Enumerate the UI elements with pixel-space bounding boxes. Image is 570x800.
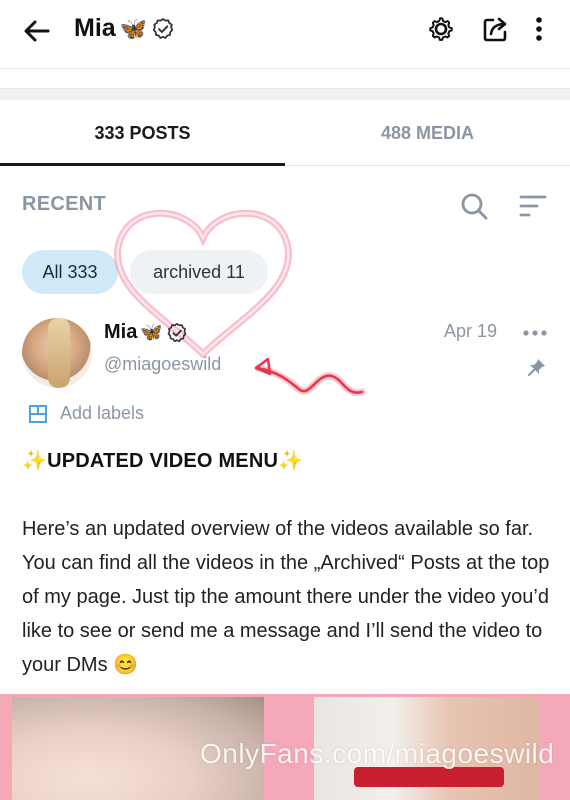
add-labels-text: Add labels [60, 403, 145, 423]
add-labels-button[interactable]: Add labels [28, 403, 144, 424]
butterfly-emoji: 🦋 [119, 15, 148, 41]
share-icon[interactable] [479, 12, 513, 46]
post-title-text: UPDATED VIDEO MENU [47, 450, 279, 472]
post-title: ✨UPDATED VIDEO MENU✨ [22, 448, 303, 473]
header-divider [0, 68, 570, 69]
section-title: RECENT [22, 193, 107, 215]
butterfly-emoji: 🦋 [140, 322, 163, 342]
sparkle-emoji: ✨ [22, 450, 48, 472]
more-horizontal-icon[interactable] [522, 323, 548, 343]
post-body: Here’s an updated overview of the videos… [22, 518, 550, 676]
tab-posts[interactable]: 333 POSTS [0, 100, 285, 166]
post-author-name: Mia [104, 321, 138, 343]
profile-title: Mia 🦋 [74, 14, 175, 43]
arrow-doodle-icon [254, 357, 366, 397]
media-watermark: OnlyFans.com/miagoeswild [200, 738, 555, 769]
post-author[interactable]: Mia 🦋 [104, 321, 188, 344]
active-tab-indicator [0, 163, 285, 166]
sort-icon[interactable] [518, 192, 548, 220]
section-gap [0, 88, 570, 100]
verified-icon [167, 322, 187, 342]
sparkle-emoji: ✨ [278, 450, 304, 472]
profile-tabs: 333 POSTS 488 MEDIA [0, 100, 570, 166]
label-icon [29, 404, 47, 423]
pin-icon [528, 359, 545, 376]
back-arrow-icon[interactable] [20, 14, 54, 48]
search-icon[interactable] [458, 190, 490, 222]
settings-gear-icon[interactable] [424, 12, 458, 46]
top-bar: Mia 🦋 [0, 0, 570, 62]
avatar[interactable] [22, 318, 92, 388]
verified-icon [152, 17, 174, 39]
profile-name: Mia [74, 14, 116, 42]
post-date: Apr 19 [444, 321, 498, 341]
tab-media[interactable]: 488 MEDIA [285, 100, 570, 166]
more-vertical-icon[interactable] [522, 12, 556, 46]
filter-chip-all[interactable]: All 333 [22, 250, 118, 294]
post-handle[interactable]: @miagoeswild [104, 354, 221, 375]
